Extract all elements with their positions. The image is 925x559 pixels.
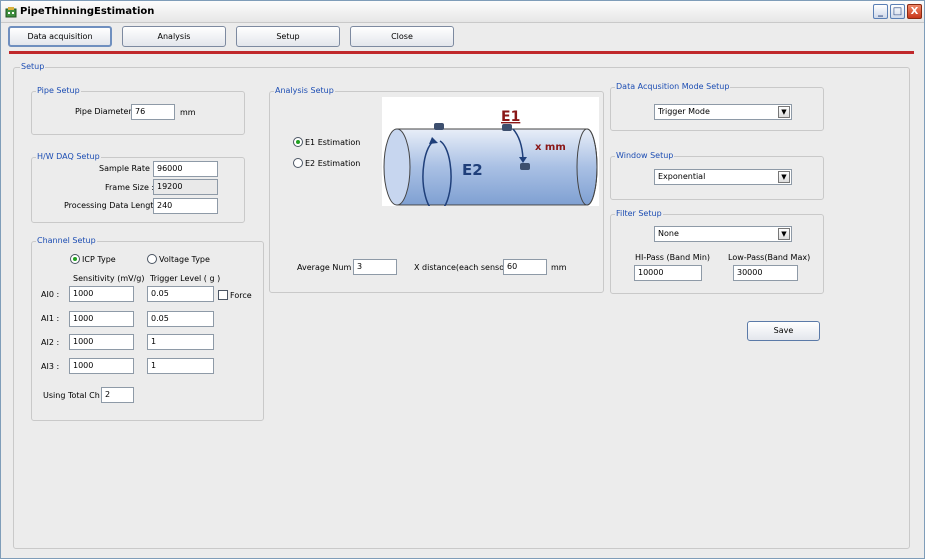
sensor-top-left: [434, 123, 444, 130]
total-ch-input[interactable]: 2: [101, 387, 134, 403]
ai1-trigger-input[interactable]: 0.05: [147, 311, 214, 327]
tab-analysis[interactable]: Analysis: [122, 26, 226, 47]
e2-estimation-label: E2 Estimation: [305, 159, 361, 168]
window-setup-title: Window Setup: [615, 151, 675, 160]
voltage-type-radio[interactable]: [147, 254, 157, 264]
frame-size-field: 19200: [153, 179, 218, 195]
sensitivity-header: Sensitivity (mV/g): [73, 274, 145, 283]
pipe-diameter-input[interactable]: 76: [131, 104, 175, 120]
filter-type-selected: None: [658, 229, 679, 238]
x-distance-unit: mm: [551, 263, 567, 272]
hipass-input[interactable]: 10000: [634, 265, 702, 281]
daq-setup-title: H/W DAQ Setup: [36, 152, 101, 161]
ai0-trigger-input[interactable]: 0.05: [147, 286, 214, 302]
pipe-diameter-label: Pipe Diameter :: [75, 107, 137, 116]
x-distance-input[interactable]: 60: [503, 259, 547, 275]
window-type-selected: Exponential: [658, 172, 706, 181]
ai2-sensitivity-input[interactable]: 1000: [69, 334, 134, 350]
hipass-label: HI-Pass (Band Min): [635, 253, 711, 262]
tab-data-acquisition[interactable]: Data acquisition: [8, 26, 112, 47]
pipe-diagram: E1 E2 x mm: [382, 97, 599, 213]
force-checkbox[interactable]: [218, 290, 228, 300]
e1-estimation-label: E1 Estimation: [305, 138, 361, 147]
channel-ai2-label: AI2 :: [41, 338, 60, 347]
pipe-diameter-unit: mm: [180, 108, 196, 117]
filter-type-select[interactable]: None ▼: [654, 226, 792, 242]
icp-type-radio[interactable]: [70, 254, 80, 264]
ai1-sensitivity-input[interactable]: 1000: [69, 311, 134, 327]
daq-mode-selected: Trigger Mode: [658, 107, 710, 116]
close-window-button[interactable]: X: [907, 4, 922, 19]
save-button[interactable]: Save: [747, 321, 820, 341]
app-window: PipeThinningEstimation _ □ X Data acquis…: [0, 0, 925, 559]
total-ch-label: Using Total Ch :: [43, 391, 106, 400]
pipe-body: [396, 128, 598, 206]
app-icon: [5, 7, 17, 18]
channel-ai0-label: AI0 :: [41, 290, 60, 299]
maximize-button[interactable]: □: [890, 4, 905, 19]
e1-diagram-label: E1: [501, 109, 520, 125]
x-distance-label: X distance(each sensor) :: [414, 263, 516, 272]
e2-estimation-radio[interactable]: [293, 158, 303, 168]
ai3-trigger-input[interactable]: 1: [147, 358, 214, 374]
pipe-end: [383, 128, 411, 206]
window-type-select[interactable]: Exponential ▼: [654, 169, 792, 185]
average-num-input[interactable]: 3: [353, 259, 397, 275]
tab-close[interactable]: Close: [350, 26, 454, 47]
e1-estimation-radio[interactable]: [293, 137, 303, 147]
voltage-type-label: Voltage Type: [159, 255, 210, 264]
chevron-down-icon[interactable]: ▼: [778, 228, 790, 240]
analysis-setup-title: Analysis Setup: [274, 86, 335, 95]
average-num-label: Average Num :: [297, 263, 357, 272]
accent-divider: [9, 51, 914, 54]
sample-rate-input[interactable]: 96000: [153, 161, 218, 177]
channel-ai1-label: AI1 :: [41, 314, 60, 323]
icp-type-label: ICP Type: [82, 255, 116, 264]
channel-setup-title: Channel Setup: [36, 236, 97, 245]
sample-rate-label: Sample Rate :: [99, 164, 156, 173]
lowpass-label: Low-Pass(Band Max): [728, 253, 811, 262]
daq-mode-title: Data Acqusition Mode Setup: [615, 82, 731, 91]
ai0-sensitivity-input[interactable]: 1000: [69, 286, 134, 302]
ai3-sensitivity-input[interactable]: 1000: [69, 358, 134, 374]
pipe-setup-title: Pipe Setup: [36, 86, 81, 95]
processing-length-label: Processing Data Length :: [64, 201, 164, 210]
setup-group-title: Setup: [20, 62, 46, 71]
e2-diagram-label: E2: [462, 161, 483, 179]
minimize-button[interactable]: _: [873, 4, 888, 19]
daq-mode-select[interactable]: Trigger Mode ▼: [654, 104, 792, 120]
sensor-side: [520, 163, 530, 170]
chevron-down-icon[interactable]: ▼: [778, 106, 790, 118]
trigger-level-header: Trigger Level ( g ): [150, 274, 221, 283]
lowpass-input[interactable]: 30000: [733, 265, 798, 281]
x-mm-diagram-label: x mm: [535, 142, 566, 153]
tab-setup[interactable]: Setup: [236, 26, 340, 47]
processing-length-input[interactable]: 240: [153, 198, 218, 214]
title-bar: PipeThinningEstimation _ □ X: [1, 1, 924, 23]
force-label: Force: [230, 291, 252, 300]
filter-setup-title: Filter Setup: [615, 209, 663, 218]
channel-ai3-label: AI3 :: [41, 362, 60, 371]
frame-size-label: Frame Size :: [105, 183, 155, 192]
window-title: PipeThinningEstimation: [20, 6, 155, 17]
ai2-trigger-input[interactable]: 1: [147, 334, 214, 350]
sensor-top-right: [502, 124, 512, 131]
chevron-down-icon[interactable]: ▼: [778, 171, 790, 183]
